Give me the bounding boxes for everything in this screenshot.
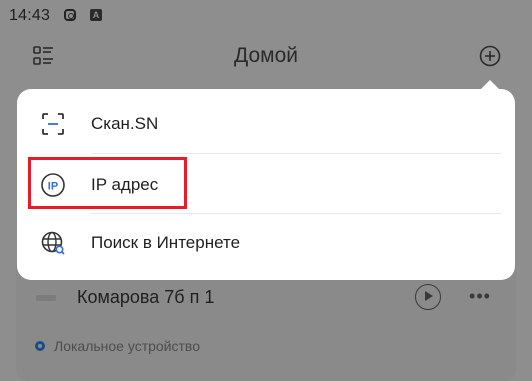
app-header: Домой: [0, 30, 532, 82]
ip-icon-text: IP: [48, 181, 58, 193]
device-status: Локальное устройство: [54, 338, 200, 354]
globe-search-icon: [40, 230, 66, 256]
menu-item-label: IP адрес: [91, 175, 159, 194]
add-circle-icon[interactable]: [478, 44, 502, 68]
status-dot-icon: [35, 341, 45, 351]
menu-item-ip-address[interactable]: IP IP адрес: [17, 155, 515, 215]
instagram-icon: [64, 9, 76, 21]
popup-menu: Скан.SN IP IP адрес Поиск в Интернете: [17, 89, 515, 280]
scan-icon: [40, 111, 66, 137]
ip-icon: IP: [40, 172, 66, 198]
menu-divider: [91, 153, 501, 154]
status-time: 14:43: [9, 7, 51, 24]
device-thumbnail: [36, 295, 56, 301]
app-a-icon: A: [90, 9, 102, 21]
menu-item-internet-search[interactable]: Поиск в Интернете: [17, 213, 515, 273]
menu-item-label: Скан.SN: [91, 114, 159, 133]
page-title: Домой: [234, 44, 298, 67]
menu-item-scan-sn[interactable]: Скан.SN: [17, 94, 515, 154]
play-button[interactable]: [415, 284, 441, 310]
device-name: Комарова 7б п 1: [77, 287, 215, 307]
menu-item-label: Поиск в Интернете: [91, 233, 241, 252]
more-options-button[interactable]: •••: [468, 286, 492, 306]
status-bar: 14:43 A: [0, 0, 532, 30]
